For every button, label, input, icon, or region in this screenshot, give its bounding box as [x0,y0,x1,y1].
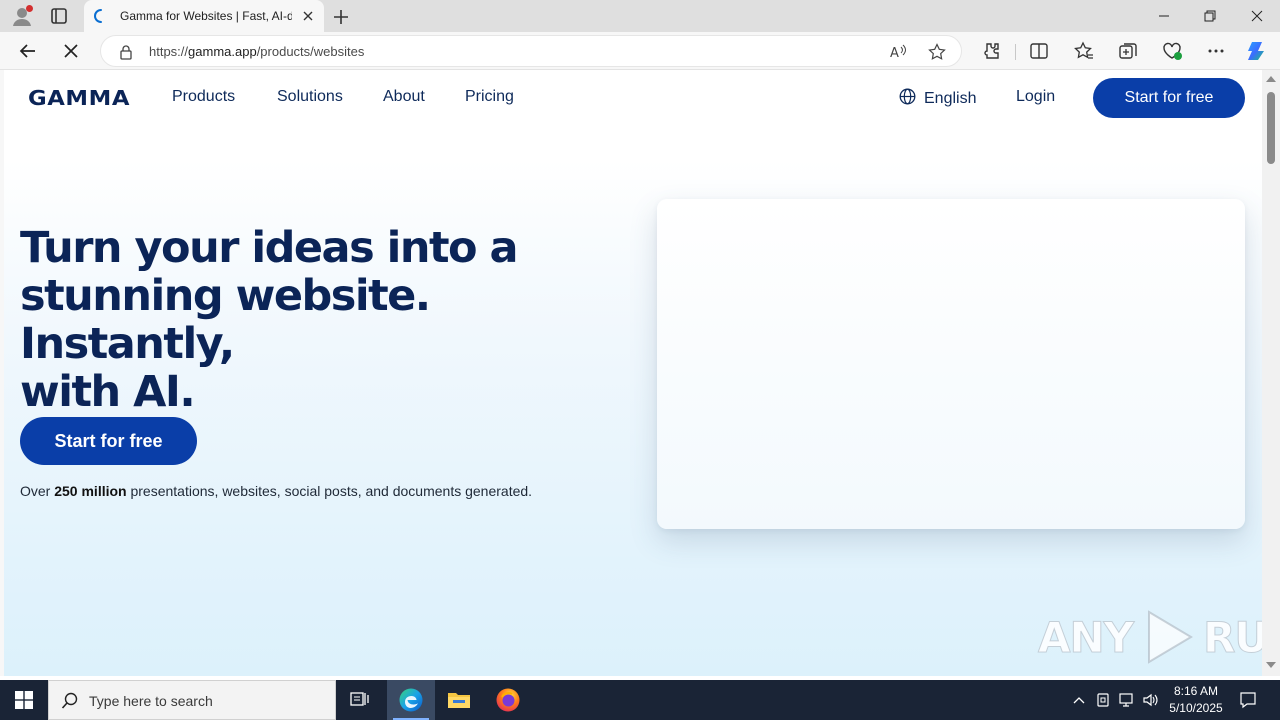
gamma-logo[interactable]: GAMMA [28,86,130,110]
minimize-icon[interactable] [1141,0,1187,32]
language-selector[interactable]: English [899,88,976,110]
network-icon[interactable] [1116,680,1138,720]
favorite-star-icon[interactable] [927,42,947,62]
firefox-icon[interactable] [484,680,532,720]
start-for-free-hero-button[interactable]: Start for free [20,417,197,465]
play-logo-icon [1148,610,1194,664]
extensions-icon[interactable] [979,39,1003,63]
svg-text:GAMMA: GAMMA [28,88,130,108]
nav-solutions[interactable]: Solutions [277,88,343,106]
scrollbar-thumb[interactable] [1267,92,1275,164]
page-scrollbar[interactable] [1262,70,1280,676]
login-link[interactable]: Login [1016,88,1055,106]
split-screen-icon[interactable] [1027,39,1051,63]
start-for-free-nav-button[interactable]: Start for free [1093,78,1245,118]
more-icon[interactable] [1204,39,1228,63]
url-text[interactable]: https://gamma.app/products/websites [149,44,364,59]
device-icon[interactable] [1093,680,1113,720]
tray-chevron-icon[interactable] [1068,680,1090,720]
tab-title: Gamma for Websites | Fast, AI-dri [120,9,292,23]
windows-start-icon[interactable] [0,680,48,720]
collections-icon[interactable] [1116,39,1140,63]
browser-essentials-icon[interactable] [1160,39,1184,63]
nav-about[interactable]: About [383,88,425,106]
favorites-icon[interactable] [1072,39,1096,63]
page-viewport: GAMMA Products Solutions About Pricing E… [4,70,1262,676]
volume-icon[interactable] [1140,680,1162,720]
copilot-icon[interactable] [1245,39,1269,63]
new-tab-icon[interactable] [330,6,352,28]
taskbar-search[interactable]: Type here to search [48,680,336,720]
read-aloud-icon[interactable]: A [888,42,908,62]
task-view-icon[interactable] [336,680,384,720]
clock-time: 8:16 AM [1173,684,1219,698]
stop-loading-icon[interactable] [59,39,83,63]
close-icon[interactable] [300,8,316,24]
edge-icon[interactable] [387,680,435,720]
file-explorer-icon[interactable] [435,680,483,720]
language-label: English [924,90,977,107]
browser-tab[interactable]: Gamma for Websites | Fast, AI-dri [84,0,324,32]
back-icon[interactable] [16,39,40,63]
browser-toolbar: https://gamma.app/products/websites A [0,32,1280,70]
clock-date: 5/10/2025 [1169,701,1223,715]
nav-pricing[interactable]: Pricing [465,88,514,106]
profile-icon[interactable] [10,4,34,28]
restore-icon[interactable] [1187,0,1233,32]
anyrun-watermark: ANY RUN [1037,608,1262,666]
browser-titlebar: Gamma for Websites | Fast, AI-dri [0,0,1280,32]
lock-icon[interactable] [119,44,133,60]
taskbar-clock[interactable]: 8:16 AM 5/10/2025 [1164,683,1228,717]
search-placeholder: Type here to search [89,693,213,709]
window-close-icon[interactable] [1234,0,1280,32]
edge-loading-icon [94,8,108,24]
nav-products[interactable]: Products [172,88,235,106]
hero-title: Turn your ideas into a stunning website.… [20,223,519,417]
tab-actions-icon[interactable] [48,6,70,26]
usage-stat: Over 250 million presentations, websites… [20,483,533,499]
search-icon [61,692,79,710]
website-preview-card [657,199,1245,529]
windows-taskbar: Type here to search 8:16 AM 5/10/2025 [0,680,1280,720]
notification-icon[interactable] [1234,680,1262,720]
address-bar[interactable]: https://gamma.app/products/websites A [100,35,962,67]
svg-text:A: A [890,46,899,61]
globe-icon [899,88,916,110]
